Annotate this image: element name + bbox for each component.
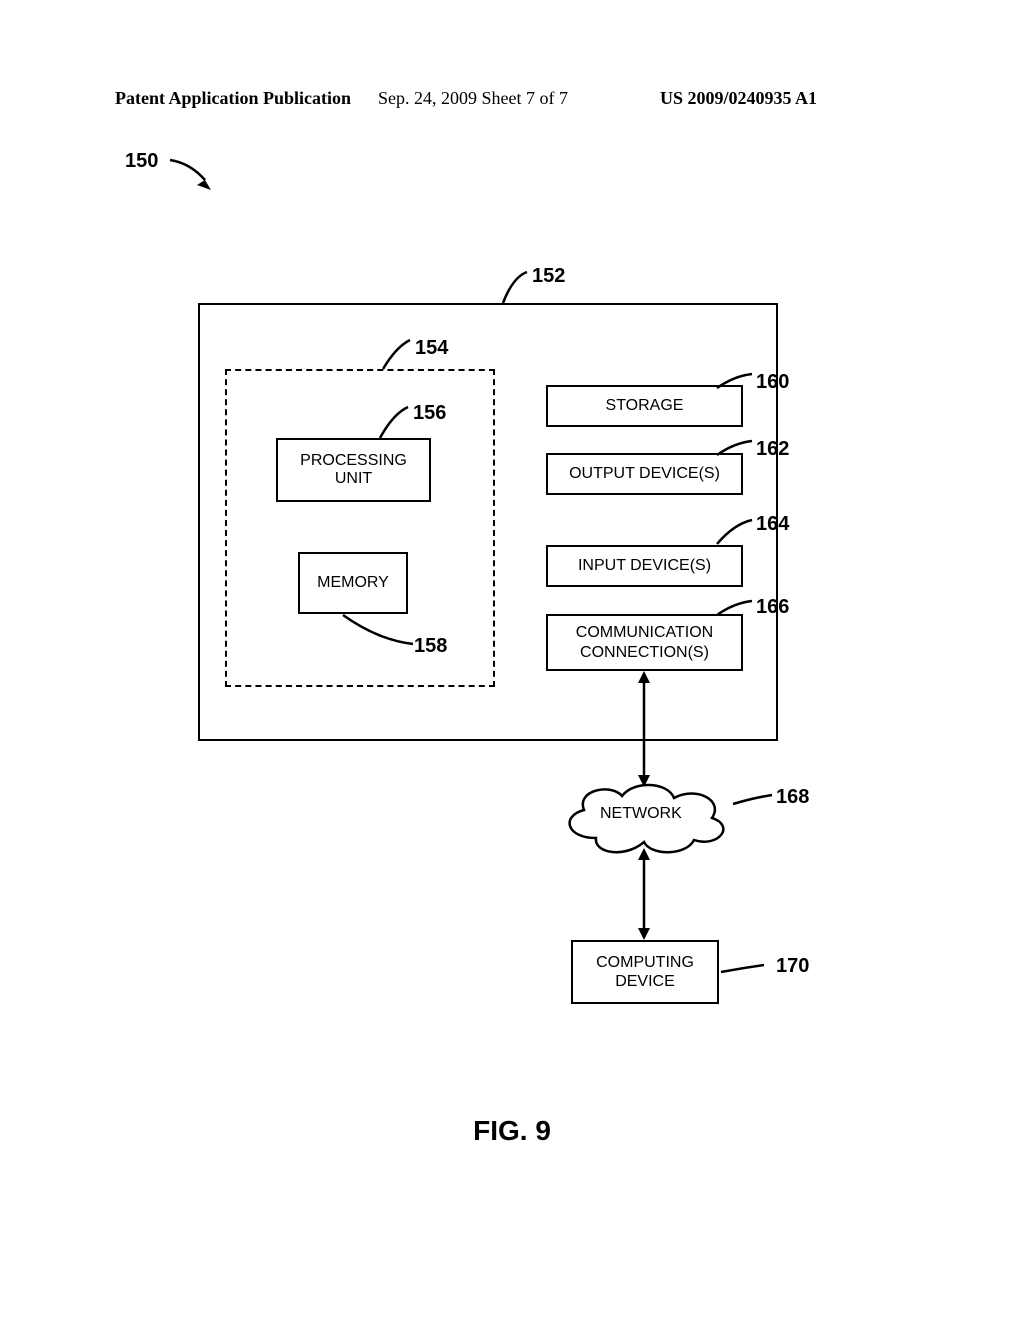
ref-152: 152 xyxy=(532,265,565,288)
ref-168: 168 xyxy=(776,786,809,809)
lead-168-icon xyxy=(728,790,783,812)
memory-box: MEMORY xyxy=(298,552,408,614)
figure-title: FIG. 9 xyxy=(0,1115,1024,1147)
header-left: Patent Application Publication xyxy=(115,88,351,108)
processing-unit-box: PROCESSING UNIT xyxy=(276,438,431,502)
comm-box: COMMUNICATION CONNECTION(S) xyxy=(546,614,743,671)
double-arrow-icon xyxy=(636,671,652,787)
ref-158: 158 xyxy=(414,635,447,658)
computing-device-label: COMPUTING DEVICE xyxy=(596,953,694,991)
ref-162: 162 xyxy=(756,438,789,461)
page-header: Patent Application Publication Sep. 24, … xyxy=(0,88,1024,109)
ref-156: 156 xyxy=(413,402,446,425)
lead-170-icon xyxy=(718,960,768,980)
input-box: INPUT DEVICE(S) xyxy=(546,545,743,587)
ref-164: 164 xyxy=(756,513,789,536)
output-label: OUTPUT DEVICE(S) xyxy=(569,465,720,483)
ref-154: 154 xyxy=(415,337,448,360)
ref-150: 150 xyxy=(125,150,158,173)
memory-label: MEMORY xyxy=(317,574,389,592)
input-label: INPUT DEVICE(S) xyxy=(578,557,711,575)
header-mid: Sep. 24, 2009 Sheet 7 of 7 xyxy=(378,88,568,109)
storage-label: STORAGE xyxy=(606,397,684,415)
ref-160: 160 xyxy=(756,371,789,394)
ref-166: 166 xyxy=(756,596,789,619)
network-label: NETWORK xyxy=(600,805,682,823)
computing-device-box: COMPUTING DEVICE xyxy=(571,940,719,1004)
double-arrow-icon xyxy=(636,848,652,940)
comm-label: COMMUNICATION CONNECTION(S) xyxy=(576,623,713,661)
arrow-150-icon xyxy=(165,155,225,195)
header-right: US 2009/0240935 A1 xyxy=(660,88,817,109)
processing-unit-label: PROCESSING UNIT xyxy=(300,452,407,488)
ref-170: 170 xyxy=(776,955,809,978)
